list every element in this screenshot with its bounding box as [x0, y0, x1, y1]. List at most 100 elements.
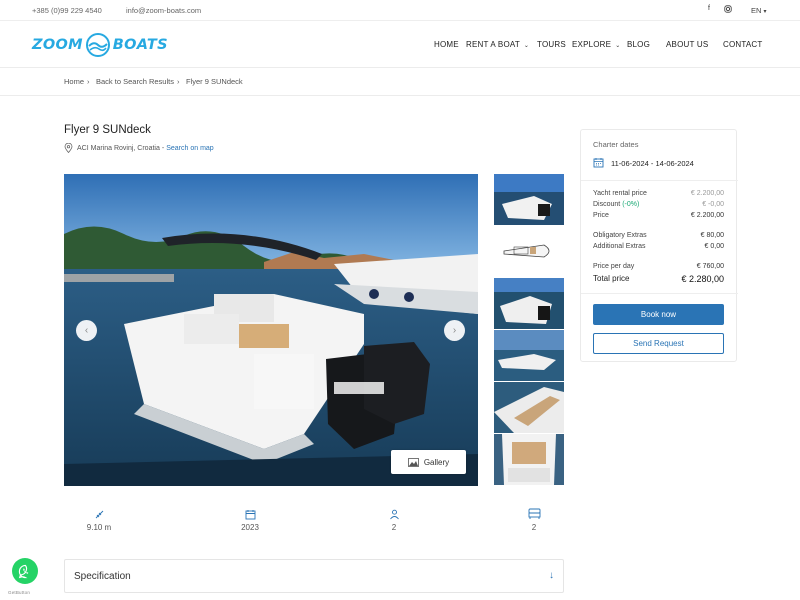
spec-length: 9.10 m: [69, 509, 129, 532]
row-value: € 760,00: [696, 263, 724, 270]
chevron-right-icon: ›: [452, 325, 457, 336]
page-title: Flyer 9 SUNdeck: [64, 124, 151, 136]
discount-badge: (-0%): [622, 201, 640, 208]
spec-length-value: 9.10 m: [86, 523, 112, 532]
boat-thumb-image: [494, 278, 564, 329]
map-pin-icon: [64, 143, 73, 153]
facebook-icon[interactable]: f: [704, 5, 714, 15]
logo-word-zoom: ZOOM: [32, 37, 83, 53]
boat-deck-image: [494, 434, 564, 485]
charter-dates-value[interactable]: 11-06-2024 - 14-06-2024: [611, 159, 694, 168]
email-link[interactable]: info@zoom-boats.com: [126, 6, 201, 15]
nav-rent-a-boat-label: RENT A BOAT: [466, 40, 520, 49]
breadcrumb: Home › Back to Search Results › Flyer 9 …: [0, 69, 800, 96]
logo[interactable]: ZOOM BOATS: [32, 32, 168, 58]
divider: [581, 293, 738, 294]
book-now-button[interactable]: Book now: [593, 304, 724, 325]
thumbnail[interactable]: [494, 226, 564, 277]
boat-deck-image: [494, 382, 564, 433]
length-icon: [95, 510, 103, 519]
row-value: € -0,00: [702, 201, 724, 208]
price-row-price: Price € 2.200,00: [593, 212, 724, 219]
search-on-map-link[interactable]: Search on map: [166, 145, 213, 152]
getbutton-caption: GetButton: [8, 590, 31, 595]
calendar-icon: [245, 510, 255, 520]
spec-cabins: 2: [504, 508, 564, 532]
chevron-right-icon: ›: [177, 77, 180, 86]
wave-logo-icon: [85, 33, 110, 57]
gallery-label: Gallery: [423, 457, 450, 467]
nav-about-us[interactable]: ABOUT US: [666, 40, 708, 49]
thumbnail[interactable]: [494, 174, 564, 225]
nav-rent-a-boat[interactable]: RENT A BOAT ⌄: [466, 40, 529, 49]
main-boat-photo[interactable]: [64, 174, 478, 486]
thumbnail[interactable]: [494, 330, 564, 381]
send-request-button[interactable]: Send Request: [593, 333, 724, 354]
boat-photo: [64, 174, 478, 486]
phone-link[interactable]: +385 (0)99 229 4540: [32, 6, 102, 15]
thumbnail[interactable]: [494, 382, 564, 433]
gallery-button[interactable]: Gallery: [391, 450, 466, 474]
previous-image-button[interactable]: ‹: [76, 320, 97, 341]
location-text: ACI Marina Rovinj, Croatia: [77, 144, 160, 152]
spec-guests: 2: [364, 509, 424, 532]
row-value: € 0,00: [704, 243, 724, 250]
nav-tours[interactable]: TOURS: [537, 40, 566, 49]
row-value: € 2.200,00: [690, 190, 724, 197]
site-header: ZOOM BOATS HOME RENT A BOAT ⌄ TOURS EXPLO…: [0, 22, 800, 68]
booking-card: Charter dates 11-06-2024 - 14-06-2024 Ya…: [580, 129, 738, 362]
chevron-down-icon: ⌄: [615, 43, 621, 49]
total-price-value: € 2.280,00: [681, 274, 724, 284]
chevron-down-icon: ⌄: [523, 43, 530, 49]
nav-contact[interactable]: CONTACT: [723, 40, 762, 49]
price-row-obligatory-extras: Obligatory Extras € 80,00: [593, 232, 724, 239]
price-row-total: Total price € 2.280,00: [593, 274, 724, 284]
nav-explore[interactable]: EXPLORE ⌄: [572, 40, 620, 49]
price-row-per-day: Price per day € 760,00: [593, 263, 724, 270]
nav-home[interactable]: HOME: [434, 40, 459, 49]
next-image-button[interactable]: ›: [444, 320, 465, 341]
nav-blog[interactable]: BLOG: [627, 40, 650, 49]
row-label: Price: [593, 212, 609, 219]
row-label: Obligatory Extras: [593, 232, 647, 239]
bed-icon: [528, 508, 540, 519]
spec-year: 2023: [220, 509, 280, 532]
boat-thumb-image: [494, 330, 564, 381]
specification-accordion[interactable]: Specification ↓: [64, 559, 564, 593]
breadcrumb-home[interactable]: Home: [64, 77, 84, 86]
instagram-icon[interactable]: [723, 5, 733, 15]
specification-label: Specification: [74, 571, 131, 582]
breadcrumb-current: Flyer 9 SUNdeck: [186, 77, 243, 86]
thumbnail[interactable]: [494, 278, 564, 329]
row-label: Additional Extras: [593, 243, 646, 250]
whatsapp-button[interactable]: [12, 558, 38, 584]
calendar-icon: [593, 158, 604, 168]
price-row-rental: Yacht rental price € 2.200,00: [593, 190, 724, 197]
boat-thumb-image: [494, 174, 564, 225]
thumbnail[interactable]: [494, 434, 564, 485]
language-selector[interactable]: EN ▾: [751, 6, 767, 15]
spec-year-value: 2023: [241, 523, 259, 532]
charter-dates-label: Charter dates: [593, 140, 639, 149]
spec-cabins-value: 2: [531, 523, 537, 532]
person-icon: [389, 509, 399, 520]
row-label: Price per day: [593, 263, 635, 270]
top-bar: +385 (0)99 229 4540 info@zoom-boats.com …: [0, 0, 800, 21]
price-row-discount: Discount (-0%) € -0,00: [593, 201, 724, 208]
logo-word-boats: BOATS: [112, 37, 168, 53]
price-row-additional-extras: Additional Extras € 0,00: [593, 243, 724, 250]
spec-guests-value: 2: [391, 523, 397, 532]
nav-explore-label: EXPLORE: [572, 40, 612, 49]
row-label: Total price: [593, 274, 630, 283]
row-value: € 80,00: [700, 232, 724, 239]
chevron-right-icon: ›: [87, 77, 90, 86]
breadcrumb-back[interactable]: Back to Search Results: [96, 77, 174, 86]
arrow-down-icon: ↓: [549, 570, 554, 581]
chevron-down-icon: ▾: [763, 9, 767, 15]
boat-plan-image: [494, 226, 564, 277]
whatsapp-icon: [18, 564, 28, 578]
chevron-left-icon: ‹: [84, 325, 89, 336]
location-line: ACI Marina Rovinj, Croatia - Search on m…: [64, 143, 214, 153]
row-label: Discount: [593, 201, 621, 208]
row-value: € 2.200,00: [690, 212, 724, 219]
